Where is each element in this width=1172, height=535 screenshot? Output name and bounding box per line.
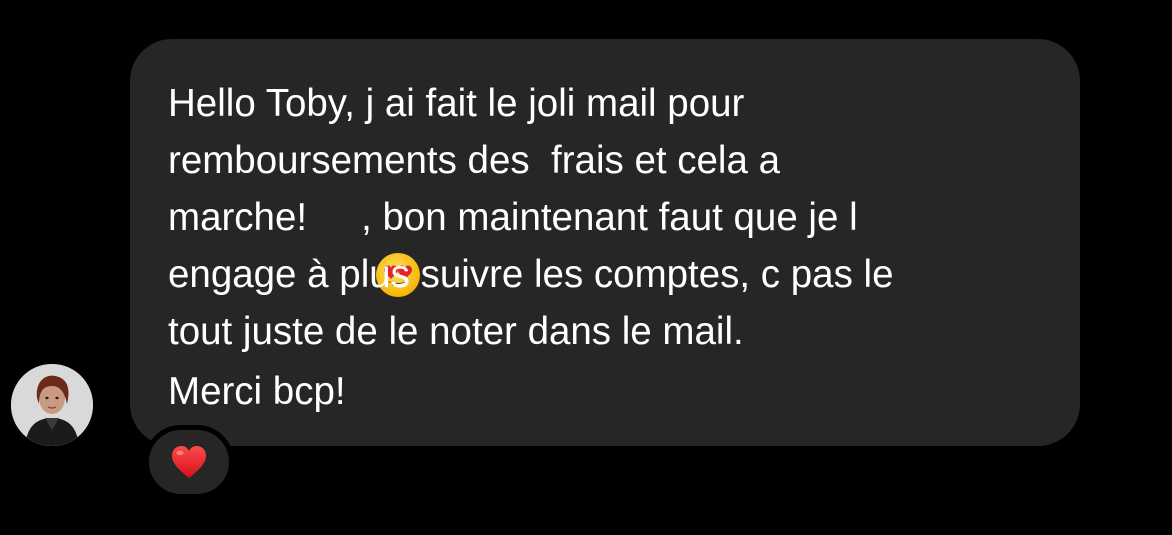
message-line-4: engage à plus suivre les comptes, c pas … — [168, 253, 894, 296]
red-heart-icon — [172, 446, 206, 478]
message-line-1: Hello Toby, j ai fait le joli mail pour — [168, 82, 745, 125]
message-line-3-end: , bon maintenant faut que je l — [361, 196, 858, 239]
avatar-photo — [11, 364, 93, 446]
message-line-2: remboursements des frais et cela a — [168, 139, 780, 182]
heart-eyes-icon — [309, 193, 421, 297]
message-line-3: marche! , bon maintenant faut que je l — [168, 189, 1040, 297]
message-line-5: tout juste de le noter dans le mail. — [168, 310, 744, 353]
reaction-badge[interactable] — [144, 425, 234, 499]
avatar[interactable] — [11, 364, 93, 446]
message-line-3-start: marche! — [168, 196, 308, 239]
message-bubble[interactable]: Hello Toby, j ai fait le joli mail pour … — [130, 39, 1080, 446]
message-line-6: Merci bcp! — [168, 370, 346, 413]
